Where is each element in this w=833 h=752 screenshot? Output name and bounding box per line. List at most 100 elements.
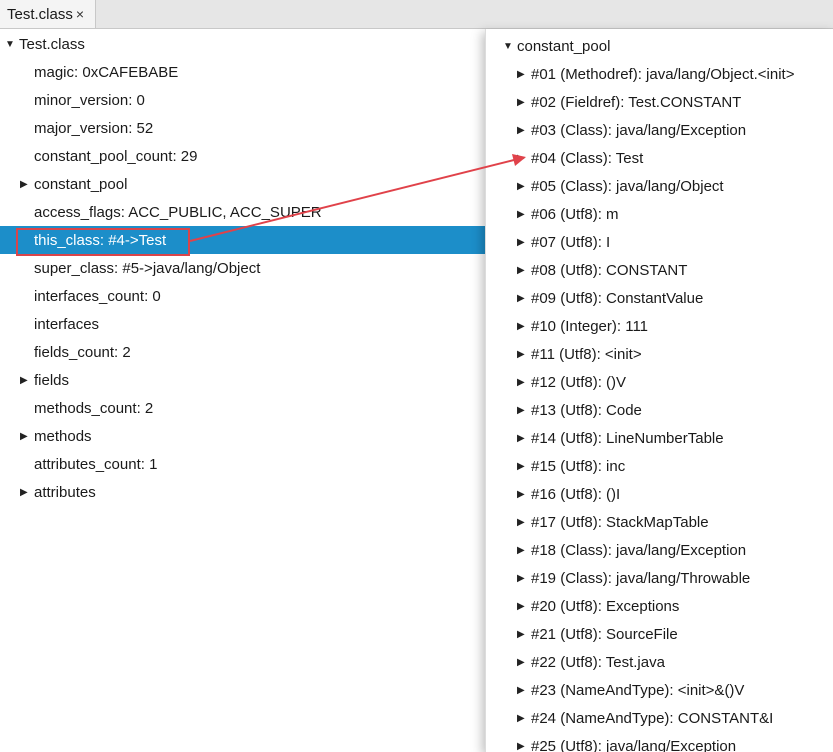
constant-pool-entry-label: #14 (Utf8): LineNumberTable	[531, 429, 724, 447]
triangle-right-icon[interactable]: ▶	[20, 375, 34, 386]
triangle-right-icon[interactable]: ▶	[517, 209, 531, 220]
triangle-down-icon[interactable]: ▼	[503, 41, 517, 52]
triangle-right-icon[interactable]: ▶	[517, 349, 531, 360]
triangle-right-icon[interactable]: ▶	[517, 69, 531, 80]
constant-pool-entry[interactable]: ▶ #15 (Utf8): inc	[486, 452, 833, 480]
triangle-right-icon[interactable]: ▶	[517, 545, 531, 556]
constant-pool-entry-label: #20 (Utf8): Exceptions	[531, 597, 680, 615]
constant-pool-entry[interactable]: ▶ #20 (Utf8): Exceptions	[486, 592, 833, 620]
constant-pool-entry-label: #04 (Class): Test	[531, 149, 644, 167]
constant-pool-entry-label: #05 (Class): java/lang/Object	[531, 177, 724, 195]
constant-pool-entry[interactable]: ▶ #25 (Utf8): java/lang/Exception	[486, 732, 833, 752]
constant-pool-entry[interactable]: ▶ #03 (Class): java/lang/Exception	[486, 116, 833, 144]
constant-pool-entry-label: #07 (Utf8): I	[531, 233, 611, 251]
tree-item[interactable]: ▶ methods	[0, 422, 486, 450]
tree-item-label: major_version: 52	[34, 119, 154, 137]
constant-pool-entry[interactable]: ▶ #01 (Methodref): java/lang/Object.<init…	[486, 60, 833, 88]
close-icon[interactable]: ×	[76, 6, 84, 22]
constant-pool-entry[interactable]: ▶ #22 (Utf8): Test.java	[486, 648, 833, 676]
triangle-right-icon[interactable]: ▶	[517, 573, 531, 584]
constant-pool-entry[interactable]: ▶ #16 (Utf8): ()I	[486, 480, 833, 508]
tree-item[interactable]: interfaces_count: 0	[0, 282, 486, 310]
triangle-right-icon[interactable]: ▶	[517, 153, 531, 164]
constant-pool-entry[interactable]: ▶ #21 (Utf8): SourceFile	[486, 620, 833, 648]
constant-pool-entry[interactable]: ▶ #09 (Utf8): ConstantValue	[486, 284, 833, 312]
tree-item-label: Test.class	[19, 35, 85, 53]
constant-pool-entry[interactable]: ▶ #12 (Utf8): ()V	[486, 368, 833, 396]
constant-pool-entry[interactable]: ▶ #06 (Utf8): m	[486, 200, 833, 228]
triangle-right-icon[interactable]: ▶	[517, 741, 531, 752]
constant-pool-entry-label: #10 (Integer): 111	[531, 317, 649, 335]
triangle-down-icon[interactable]: ▼	[5, 39, 19, 50]
tree-item-label: this_class: #4->Test	[34, 231, 167, 249]
constant-pool-entry-label: #19 (Class): java/lang/Throwable	[531, 569, 751, 587]
tree-item[interactable]: this_class: #4->Test	[0, 226, 486, 254]
triangle-right-icon[interactable]: ▶	[517, 377, 531, 388]
constant-pool-entry[interactable]: ▶ #13 (Utf8): Code	[486, 396, 833, 424]
constant-pool-entry[interactable]: ▶ #24 (NameAndType): CONSTANT&I	[486, 704, 833, 732]
triangle-right-icon[interactable]: ▶	[517, 489, 531, 500]
constant-pool-root[interactable]: ▼ constant_pool	[486, 32, 833, 60]
tree-item[interactable]: super_class: #5->java/lang/Object	[0, 254, 486, 282]
constant-pool-entry[interactable]: ▶ #14 (Utf8): LineNumberTable	[486, 424, 833, 452]
tree-item-label: fields	[34, 371, 70, 389]
tree-item[interactable]: interfaces	[0, 310, 486, 338]
triangle-right-icon[interactable]: ▶	[517, 125, 531, 136]
triangle-right-icon[interactable]: ▶	[20, 487, 34, 498]
constant-pool-popup: ▼ constant_pool ▶ #01 (Methodref): java/lan…	[485, 29, 833, 752]
triangle-right-icon[interactable]: ▶	[517, 685, 531, 696]
constant-pool-entry[interactable]: ▶ #04 (Class): Test	[486, 144, 833, 172]
triangle-right-icon[interactable]: ▶	[517, 461, 531, 472]
constant-pool-entry-label: #21 (Utf8): SourceFile	[531, 625, 678, 643]
constant-pool-entry[interactable]: ▶ #11 (Utf8): <init>	[486, 340, 833, 368]
triangle-right-icon[interactable]: ▶	[517, 629, 531, 640]
triangle-right-icon[interactable]: ▶	[517, 237, 531, 248]
constant-pool-entry[interactable]: ▶ #08 (Utf8): CONSTANT	[486, 256, 833, 284]
constant-pool-entry[interactable]: ▶ #10 (Integer): 111	[486, 312, 833, 340]
constant-pool-entry-label: #09 (Utf8): ConstantValue	[531, 289, 704, 307]
triangle-right-icon[interactable]: ▶	[517, 657, 531, 668]
triangle-right-icon[interactable]: ▶	[517, 265, 531, 276]
constant-pool-entry[interactable]: ▶ #19 (Class): java/lang/Throwable	[486, 564, 833, 592]
constant-pool-entry-label: #08 (Utf8): CONSTANT	[531, 261, 688, 279]
tree-item[interactable]: ▶ constant_pool	[0, 170, 486, 198]
tree-item-label: constant_pool	[34, 175, 128, 193]
tab-test-class[interactable]: Test.class ×	[0, 0, 96, 28]
constant-pool-entry-label: #16 (Utf8): ()I	[531, 485, 621, 503]
constant-pool-root-label: constant_pool	[517, 37, 611, 55]
constant-pool-entry-label: #03 (Class): java/lang/Exception	[531, 121, 747, 139]
constant-pool-entry[interactable]: ▶ #05 (Class): java/lang/Object	[486, 172, 833, 200]
constant-pool-entry[interactable]: ▶ #07 (Utf8): I	[486, 228, 833, 256]
constant-pool-entry[interactable]: ▶ #17 (Utf8): StackMapTable	[486, 508, 833, 536]
triangle-right-icon[interactable]: ▶	[517, 321, 531, 332]
triangle-right-icon[interactable]: ▶	[517, 601, 531, 612]
tree-item[interactable]: major_version: 52	[0, 114, 486, 142]
triangle-right-icon[interactable]: ▶	[517, 181, 531, 192]
triangle-right-icon[interactable]: ▶	[20, 431, 34, 442]
triangle-right-icon[interactable]: ▶	[517, 433, 531, 444]
tree-item[interactable]: ▶ attributes	[0, 478, 486, 506]
tree-item[interactable]: methods_count: 2	[0, 394, 486, 422]
constant-pool-entry[interactable]: ▶ #18 (Class): java/lang/Exception	[486, 536, 833, 564]
tab-bar: Test.class ×	[0, 0, 833, 29]
constant-pool-entry-label: #13 (Utf8): Code	[531, 401, 642, 419]
constant-pool-entry[interactable]: ▶ #02 (Fieldref): Test.CONSTANT	[486, 88, 833, 116]
tree-item[interactable]: attributes_count: 1	[0, 450, 486, 478]
triangle-right-icon[interactable]: ▶	[517, 713, 531, 724]
triangle-right-icon[interactable]: ▶	[517, 293, 531, 304]
tree-item-label: minor_version: 0	[34, 91, 145, 109]
tree-item[interactable]: ▶ fields	[0, 366, 486, 394]
tree-item[interactable]: fields_count: 2	[0, 338, 486, 366]
triangle-right-icon[interactable]: ▶	[517, 517, 531, 528]
triangle-right-icon[interactable]: ▶	[517, 97, 531, 108]
constant-pool-entry[interactable]: ▶ #23 (NameAndType): <init>&()V	[486, 676, 833, 704]
tree-item[interactable]: minor_version: 0	[0, 86, 486, 114]
tree-item[interactable]: constant_pool_count: 29	[0, 142, 486, 170]
triangle-right-icon[interactable]: ▶	[517, 405, 531, 416]
tree-root-test-class[interactable]: ▼ Test.class	[0, 30, 486, 58]
tree-item-label: interfaces_count: 0	[34, 287, 161, 305]
constant-pool-entry-label: #25 (Utf8): java/lang/Exception	[531, 737, 737, 752]
tree-item[interactable]: magic: 0xCAFEBABE	[0, 58, 486, 86]
triangle-right-icon[interactable]: ▶	[20, 179, 34, 190]
tree-item[interactable]: access_flags: ACC_PUBLIC, ACC_SUPER	[0, 198, 486, 226]
